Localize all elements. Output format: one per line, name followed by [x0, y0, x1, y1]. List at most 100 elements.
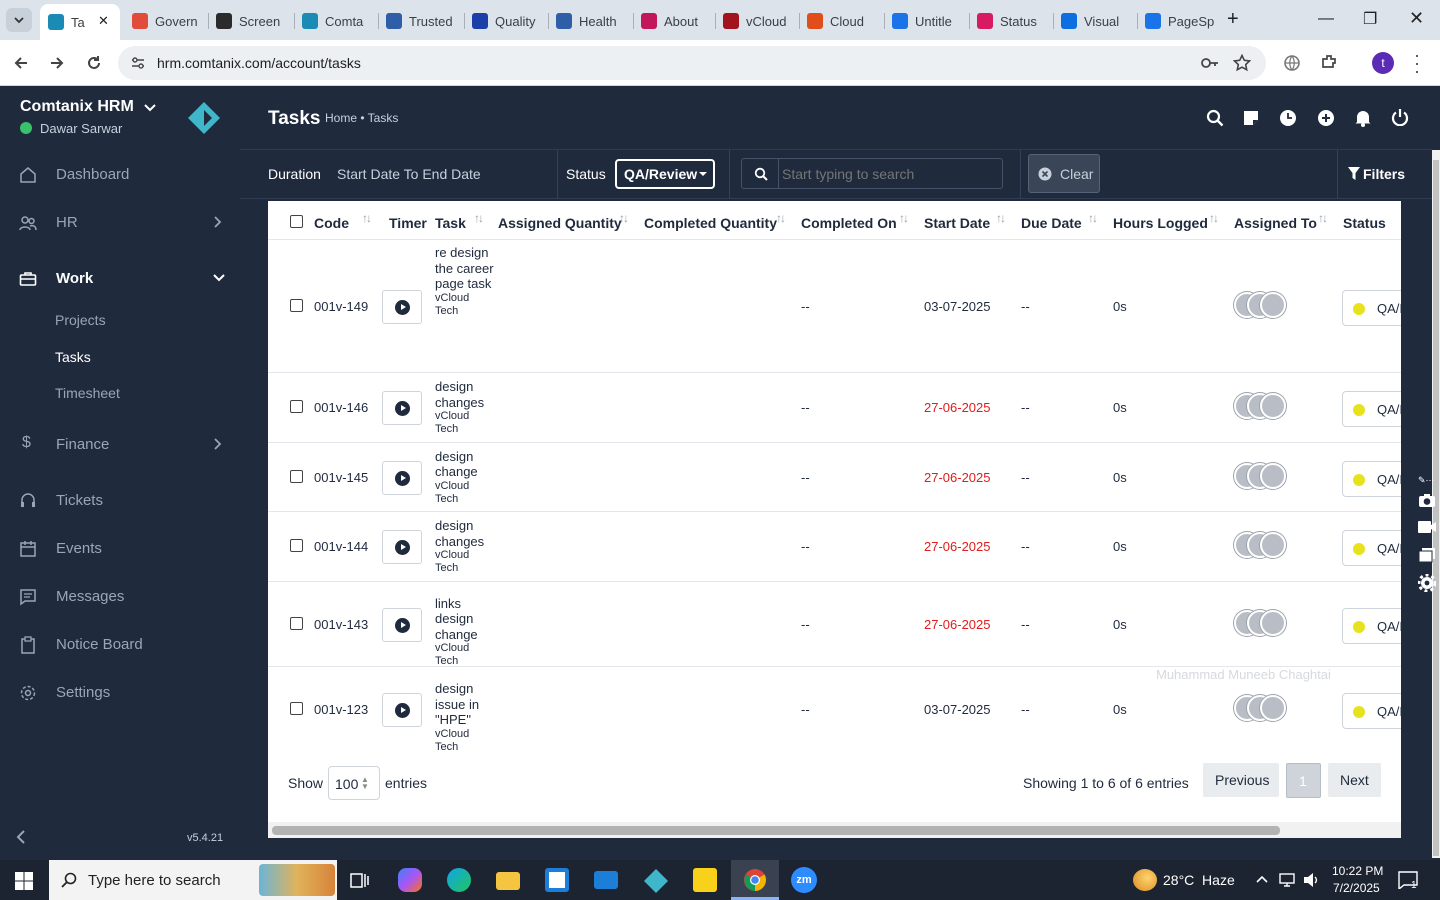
task-cell[interactable]: links design change vCloud Tech — [435, 596, 495, 669]
search-icon[interactable] — [1206, 109, 1224, 127]
browser-menu-icon[interactable]: · · · — [1414, 46, 1420, 80]
next-button[interactable]: Next — [1328, 763, 1381, 797]
task-view-icon[interactable] — [350, 871, 370, 889]
browser-tab[interactable]: Health — [556, 8, 628, 34]
task-code[interactable]: 001v-143 — [314, 617, 368, 632]
sidebar-item-settings[interactable]: Settings — [0, 672, 240, 712]
sidebar-subitem-timesheet[interactable]: Timesheet — [55, 385, 120, 401]
volume-icon[interactable] — [1302, 871, 1320, 889]
close-window-button[interactable]: ✕ — [1409, 8, 1424, 29]
avatar[interactable] — [1260, 291, 1286, 318]
collapse-sidebar-icon[interactable] — [15, 829, 27, 845]
profile-avatar[interactable]: t — [1372, 52, 1394, 74]
previous-button[interactable]: Previous — [1203, 763, 1279, 797]
status-select[interactable]: QA/Review — [615, 159, 715, 189]
chevron-up-icon[interactable] — [1255, 874, 1269, 884]
start-timer-button[interactable] — [382, 460, 422, 495]
row-checkbox[interactable] — [290, 702, 303, 715]
browser-tab[interactable]: Cloud — [807, 8, 879, 34]
assignee-avatars[interactable] — [1234, 291, 1288, 318]
network-icon[interactable] — [1278, 871, 1296, 889]
site-info-icon[interactable] — [130, 56, 146, 70]
assignee-avatars[interactable] — [1234, 393, 1288, 419]
clear-button[interactable]: Clear — [1028, 154, 1100, 193]
sort-icon[interactable]: ↑↓ — [899, 211, 909, 225]
sidebar-item-work[interactable]: Work — [0, 258, 240, 298]
windows-start-icon[interactable] — [15, 872, 33, 890]
sort-icon[interactable]: ↑↓ — [619, 211, 629, 225]
status-dropdown[interactable]: QA/I — [1342, 289, 1401, 326]
column-header[interactable]: Status — [1343, 215, 1386, 231]
sort-icon[interactable]: ↑↓ — [1209, 211, 1219, 225]
avatar[interactable] — [1260, 462, 1286, 489]
browser-tab[interactable]: Visual — [1061, 8, 1133, 34]
status-dropdown[interactable]: QA/I — [1342, 693, 1401, 729]
sidebar-subitem-tasks[interactable]: Tasks — [55, 349, 91, 365]
browser-tab[interactable]: Untitle — [892, 8, 964, 34]
select-all-checkbox[interactable] — [290, 215, 303, 228]
assignee-avatars[interactable] — [1234, 609, 1288, 636]
row-checkbox[interactable] — [290, 400, 303, 413]
row-checkbox[interactable] — [290, 298, 303, 312]
user-name[interactable]: Dawar Sarwar — [40, 121, 122, 136]
avatar[interactable] — [1260, 695, 1286, 721]
clock-date[interactable]: 7/2/2025 — [1333, 881, 1380, 895]
browser-tab[interactable]: vCloud — [723, 8, 795, 34]
task-cell[interactable]: re design the career page task vCloud Tec… — [435, 245, 495, 318]
chevron-down-icon[interactable] — [143, 103, 157, 113]
new-tab-button[interactable]: + — [1227, 8, 1239, 31]
start-timer-button[interactable] — [382, 391, 422, 425]
browser-tab[interactable]: PageSp — [1145, 8, 1217, 34]
start-timer-button[interactable] — [382, 693, 422, 727]
column-header[interactable]: Timer — [389, 215, 427, 231]
close-tab-icon[interactable]: ✕ — [98, 13, 109, 29]
clock-time[interactable]: 10:22 PM — [1332, 864, 1383, 878]
status-dropdown[interactable]: QA/I — [1342, 460, 1401, 497]
browser-tab[interactable]: Quality — [472, 8, 544, 34]
sidebar-item-finance[interactable]: $ Finance — [0, 424, 240, 464]
column-header[interactable]: Completed Quantity — [644, 215, 777, 231]
task-cell[interactable]: design changes vCloud Tech — [435, 518, 495, 575]
column-header[interactable]: Due Date — [1021, 215, 1082, 231]
row-checkbox[interactable] — [290, 469, 303, 483]
task-name[interactable]: design issue in "HPE" — [435, 681, 495, 728]
comtanix-app-icon[interactable] — [643, 868, 669, 894]
duration-picker[interactable]: Start Date To End Date — [337, 166, 481, 182]
project-name[interactable]: vCloud Tech — [435, 480, 495, 506]
project-name[interactable]: vCloud Tech — [435, 292, 495, 318]
weather-text[interactable]: 28°C Haze — [1163, 872, 1235, 888]
copy-icon[interactable] — [1418, 547, 1436, 563]
horizontal-scrollbar[interactable] — [268, 822, 1401, 838]
sidebar-item-tickets[interactable]: Tickets — [0, 480, 240, 520]
column-header[interactable]: Code — [314, 215, 349, 231]
task-name[interactable]: design changes — [435, 379, 495, 410]
zoom-icon[interactable]: zm — [791, 867, 817, 893]
store-icon[interactable] — [545, 868, 569, 892]
browser-tab[interactable]: Trusted — [386, 8, 458, 34]
forward-icon[interactable] — [48, 54, 66, 72]
file-explorer-icon[interactable] — [496, 872, 520, 890]
browser-tab[interactable]: Comta — [302, 8, 374, 34]
task-cell[interactable]: design changes vCloud Tech — [435, 379, 495, 436]
project-name[interactable]: vCloud Tech — [435, 549, 495, 575]
sidebar-item-dashboard[interactable]: Dashboard — [0, 154, 240, 194]
column-header[interactable]: Start Date — [924, 215, 990, 231]
sidebar-item-hr[interactable]: HR — [0, 202, 240, 242]
start-timer-button[interactable] — [382, 607, 422, 642]
bell-icon[interactable] — [1354, 108, 1372, 127]
task-name[interactable]: links design change — [435, 596, 495, 643]
add-icon[interactable] — [1317, 109, 1335, 127]
column-header[interactable]: Completed On — [801, 215, 897, 231]
search-box[interactable] — [741, 158, 1003, 189]
tab-search-button[interactable] — [6, 8, 32, 32]
assignee-avatars[interactable] — [1234, 462, 1288, 489]
weather-icon[interactable] — [1133, 869, 1157, 891]
camera-icon[interactable] — [1418, 493, 1436, 508]
mail-icon[interactable] — [594, 871, 618, 889]
sidebar-item-notice-board[interactable]: Notice Board — [0, 624, 240, 664]
start-timer-button[interactable] — [382, 289, 422, 324]
sort-icon[interactable]: ↑↓ — [1318, 211, 1328, 225]
status-dropdown[interactable]: QA/I — [1342, 391, 1401, 427]
maximize-button[interactable]: ❐ — [1363, 9, 1377, 29]
assignee-avatars[interactable] — [1234, 695, 1288, 721]
